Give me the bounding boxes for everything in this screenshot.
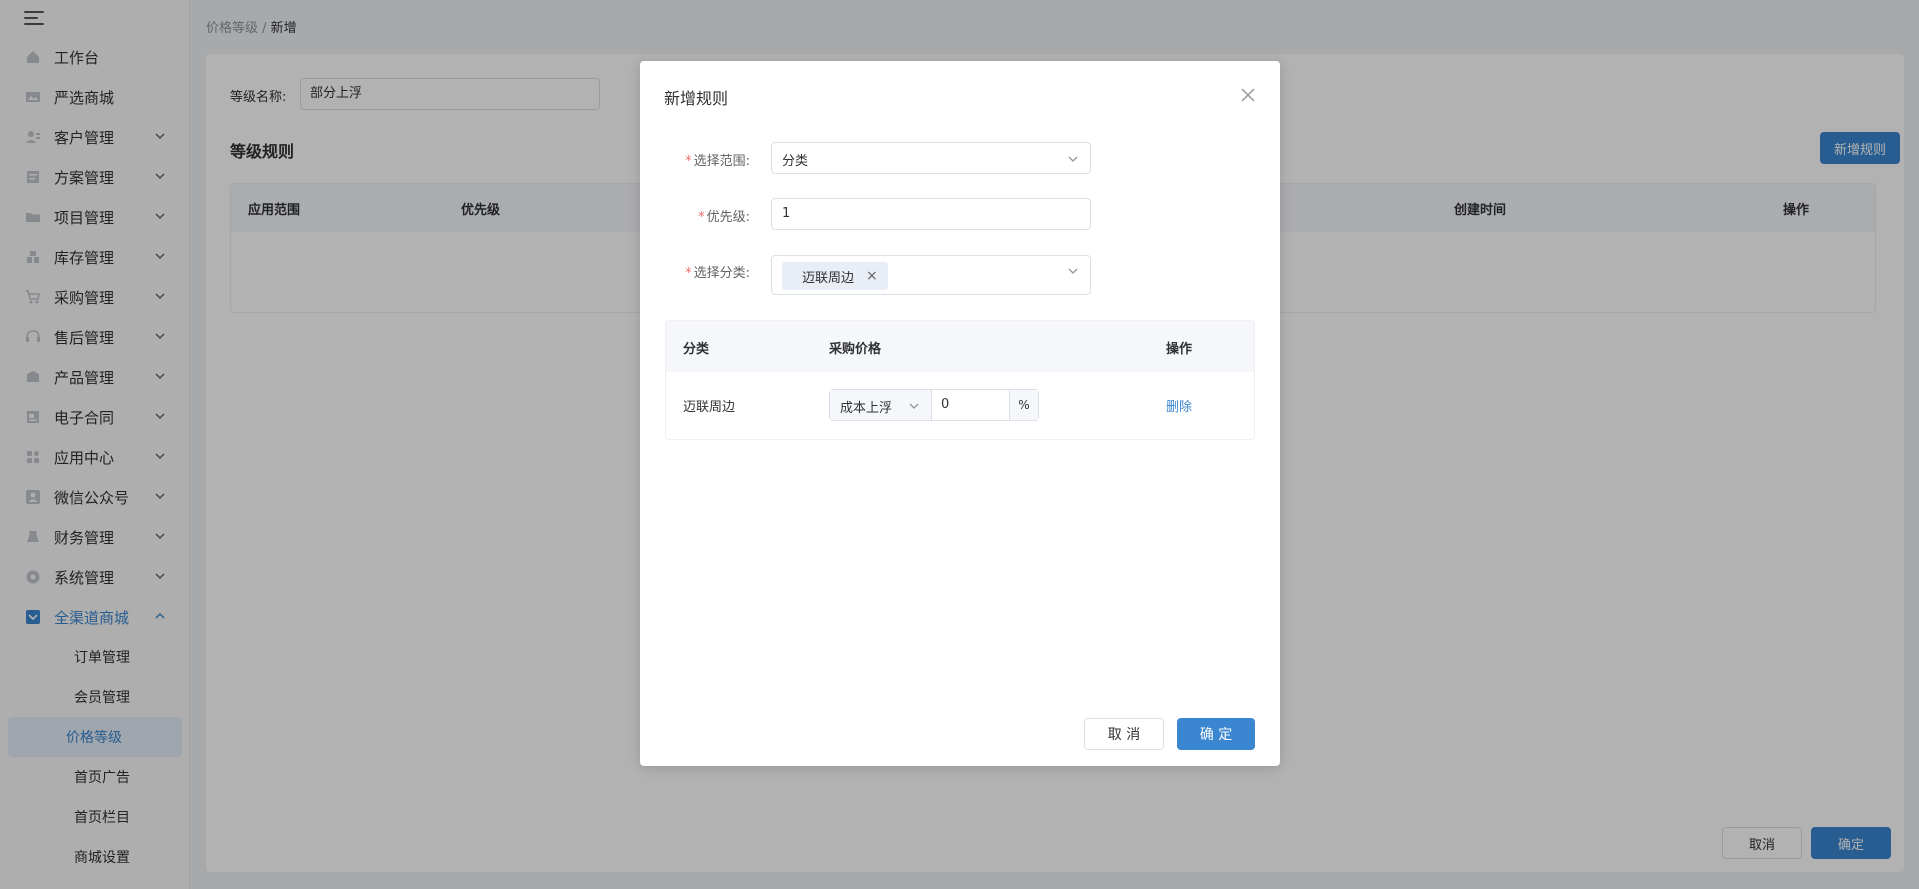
scope-label: * 选择范围: (685, 154, 750, 169)
table-row: 迈联周边 成本上浮 0 % 删除 (666, 372, 1254, 438)
delete-link[interactable]: 删除 (1166, 396, 1192, 415)
column-header-purchase-price: 采购价格 (829, 342, 882, 357)
column-header-actions: 操作 (1166, 342, 1193, 357)
scope-label-text: 选择范围: (693, 154, 750, 169)
row-category: 迈联周边 (683, 400, 736, 415)
category-label-text: 选择分类: (693, 266, 750, 281)
percent-unit: % (1010, 390, 1038, 420)
price-table-header: 分类 采购价格 操作 (666, 321, 1254, 372)
category-label: * 选择分类: (685, 266, 750, 281)
chevron-down-icon (909, 403, 919, 409)
price-input-group: 成本上浮 0 % (829, 389, 1039, 421)
priority-label-text: 优先级: (706, 210, 750, 225)
category-tag-label: 迈联周边 (802, 270, 855, 286)
priority-input[interactable]: 1 (771, 198, 1091, 230)
category-price-table: 分类 采购价格 操作 迈联周边 成本上浮 0 % 删除 (665, 320, 1255, 440)
price-value: 0 (941, 397, 950, 412)
chevron-down-icon (1068, 268, 1078, 274)
category-multiselect[interactable]: 迈联周边 × (771, 255, 1091, 295)
tag-close-icon[interactable]: × (866, 268, 878, 284)
chevron-down-icon (1068, 156, 1078, 162)
price-mode-value: 成本上浮 (840, 401, 893, 416)
dialog-confirm-button[interactable]: 确 定 (1177, 718, 1255, 750)
priority-input-value: 1 (782, 206, 791, 221)
price-mode-select[interactable]: 成本上浮 (830, 390, 932, 420)
price-value-input[interactable]: 0 (932, 390, 1010, 420)
scope-select[interactable]: 分类 (771, 142, 1091, 174)
close-icon[interactable] (1240, 87, 1256, 103)
add-rule-dialog: 新增规则 * 选择范围: 分类 * 优先级: 1 * 选择分类: 迈联周边 × 分类 … (640, 61, 1280, 766)
category-tag: 迈联周边 × (782, 262, 888, 290)
scope-select-value: 分类 (782, 154, 809, 169)
dialog-title: 新增规则 (664, 89, 729, 108)
priority-label: * 优先级: (698, 210, 750, 225)
dialog-cancel-button[interactable]: 取 消 (1084, 718, 1164, 750)
column-header-category: 分类 (683, 342, 710, 357)
